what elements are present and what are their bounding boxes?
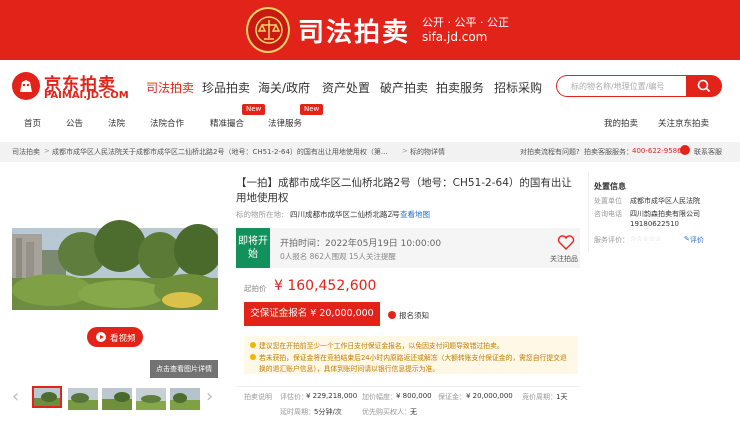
item-title: 【一拍】成都市成华区二仙桥北路2号（地号：CH51-2-64）的国有出让用地使用… [236,177,572,204]
subnav-notice[interactable]: 公告 [66,117,83,129]
play-icon [96,332,106,342]
bid-status-box: 开拍时间：2022年05月19日 10:00:00 0人报名 862人围观 15… [236,228,580,268]
new-badge: New [242,104,266,115]
thumbnail[interactable] [102,388,132,410]
thumb-next-icon[interactable]: › [206,386,213,407]
tip-text: 若未获拍，保证金将在竞拍结束后24小时内原路返还或解冻（大额转账支付保证金的，需… [259,354,567,362]
banner-slogan: 公开 · 公平 · 公正 [422,16,509,29]
breadcrumb-current: 标的物详情 [410,148,445,156]
follow-item-button[interactable]: 关注拍品 [550,234,578,263]
deposit-register-button[interactable]: 交保证金报名 ¥ 20,000,000 [244,302,380,326]
service-phone: 400-622-9586 [632,147,682,155]
thumb-prev-icon[interactable]: ‹ [12,386,19,407]
dog-logo-icon [12,72,40,100]
site-logo[interactable]: 京东拍卖 PAIMAI.JD.COM [12,70,132,106]
disposal-header: 处置信息 [594,182,626,191]
location-value: 四川成都市成华区二仙桥北路2号 [290,210,400,219]
thumbnail[interactable] [32,386,62,408]
agency-label: 咨询电话 [594,210,622,218]
banner-site: sifa.jd.com [422,30,488,44]
video-button-label: 看视频 [110,334,136,344]
location-label: 标的物所在地: [236,210,284,219]
priority-label: 优先购买权人： [362,408,411,416]
tip-bullet-icon [250,354,256,360]
agency-phone: 19180622510 [630,220,679,228]
follow-jd-link[interactable]: 关注京东拍卖 [658,117,709,129]
thumbnail[interactable] [170,388,200,410]
appraisal-label: 评估价： [280,393,308,401]
nav-services[interactable]: 拍卖服务 [436,79,484,96]
main-photo[interactable] [12,172,218,378]
nav-collectibles[interactable]: 珍品拍卖 [202,79,250,96]
rating-label: 服务评价： [594,236,629,244]
banner-title: 司法拍卖 [298,18,411,48]
search-button[interactable] [686,75,722,97]
nav-customs[interactable]: 海关/政府 [258,79,310,96]
rate-link-label: 评价 [689,236,704,244]
register-notice-label: 报名须知 [399,311,429,320]
location-pin-icon: ⚲ [390,209,396,218]
params-label: 拍卖说明 [244,393,272,401]
register-notice-link[interactable]: 报名须知 [388,310,429,321]
tip-text: 建议您在开拍前至少一个工作日支付保证金报名，以免因支付问题导致错过拍卖。 [259,342,504,350]
nav-assets[interactable]: 资产处置 [322,79,370,96]
follow-item-label: 关注拍品 [550,255,578,263]
subnav-legal[interactable]: 法律服务 [268,117,302,129]
breadcrumb-judicial[interactable]: 司法拍卖 [12,147,40,157]
bid-stats: 0人报名 862人围观 15人关注提醒 [280,252,396,261]
increment-label: 加价幅度： [362,393,397,401]
search-input[interactable]: 标的物名称/地理位置/编号 [556,75,686,97]
appraisal-value: ¥ 229,218,000 [306,392,358,400]
delay-value: 5分钟/次 [314,408,342,416]
help-link[interactable]: 对拍卖流程有问题? [520,147,580,157]
contact-service-link[interactable]: 联系客服 [694,147,722,157]
deposit-label: 保证金： [438,393,466,401]
subnav-court[interactable]: 法院 [108,117,125,129]
deposit-value: ¥ 20,000,000 [466,392,513,400]
court-emblem-icon [246,7,290,53]
subnav-court-coop[interactable]: 法院合作 [150,117,184,129]
breadcrumb-item[interactable]: 成都市成华区人民法院关于成都市成华区二仙桥北路2号（地号：CH51-2-64）的… [52,147,392,157]
subnav-home[interactable]: 首页 [24,117,41,129]
court-value[interactable]: 成都市成华区人民法院 [630,196,700,206]
court-label: 处置单位 [594,197,622,205]
agency-value: 四川韵森拍卖有限公司 [630,210,700,218]
delay-label: 延时周期： [280,408,315,416]
info-icon [388,311,396,319]
headset-icon [680,145,690,155]
rating-stars-icon: ☆☆☆☆☆ [630,235,662,243]
search-placeholder: 标的物名称/地理位置/编号 [571,82,665,91]
price-label: 起拍价 [244,284,267,293]
service-label: 拍卖客服服务： [584,148,633,156]
tip-bullet-icon [250,342,256,348]
starting-price: ¥ 160,452,600 [274,278,377,294]
breadcrumb: 司法拍卖 > 成都市成华区人民法院关于成都市成华区二仙桥北路2号（地号：CH51… [0,142,740,162]
view-map-link[interactable]: 查看地图 [400,209,430,220]
logo-domain: PAIMAI.JD.COM [44,90,129,101]
cycle-value: 1天 [556,393,568,401]
nav-bidding[interactable]: 招标采购 [494,79,542,96]
my-auction-link[interactable]: 我的拍卖 [604,117,638,129]
new-badge: New [300,104,324,115]
thumbnail[interactable] [136,388,166,410]
video-button[interactable]: 看视频 [87,327,143,347]
nav-judicial[interactable]: 司法拍卖 [146,79,194,96]
priority-value: 无 [410,408,417,416]
heart-plus-icon [557,235,575,250]
start-time: 开拍时间：2022年05月19日 10:00:00 [280,239,442,249]
status-badge: 即将开始 [236,228,270,268]
nav-bankruptcy[interactable]: 破产拍卖 [380,79,428,96]
rate-link[interactable]: ✎ 评价 [684,235,704,244]
search-icon [697,79,711,93]
view-large-image-button[interactable]: 点击查看图片详情 [150,360,218,378]
top-banner: 司法拍卖 公开 · 公平 · 公正 sifa.jd.com [0,0,740,60]
tip-text: 换的退汇账户信息），具体到账时间请以银行信息提示为准。 [259,365,440,373]
increment-value: ¥ 800,000 [396,392,432,400]
subnav-matching[interactable]: 精准撮合 [210,117,244,129]
cycle-label: 竞价周期： [522,393,557,401]
tips-box: 建议您在开拍前至少一个工作日支付保证金报名，以免因支付问题导致错过拍卖。 若未获… [244,336,578,374]
thumbnail[interactable] [68,388,98,410]
